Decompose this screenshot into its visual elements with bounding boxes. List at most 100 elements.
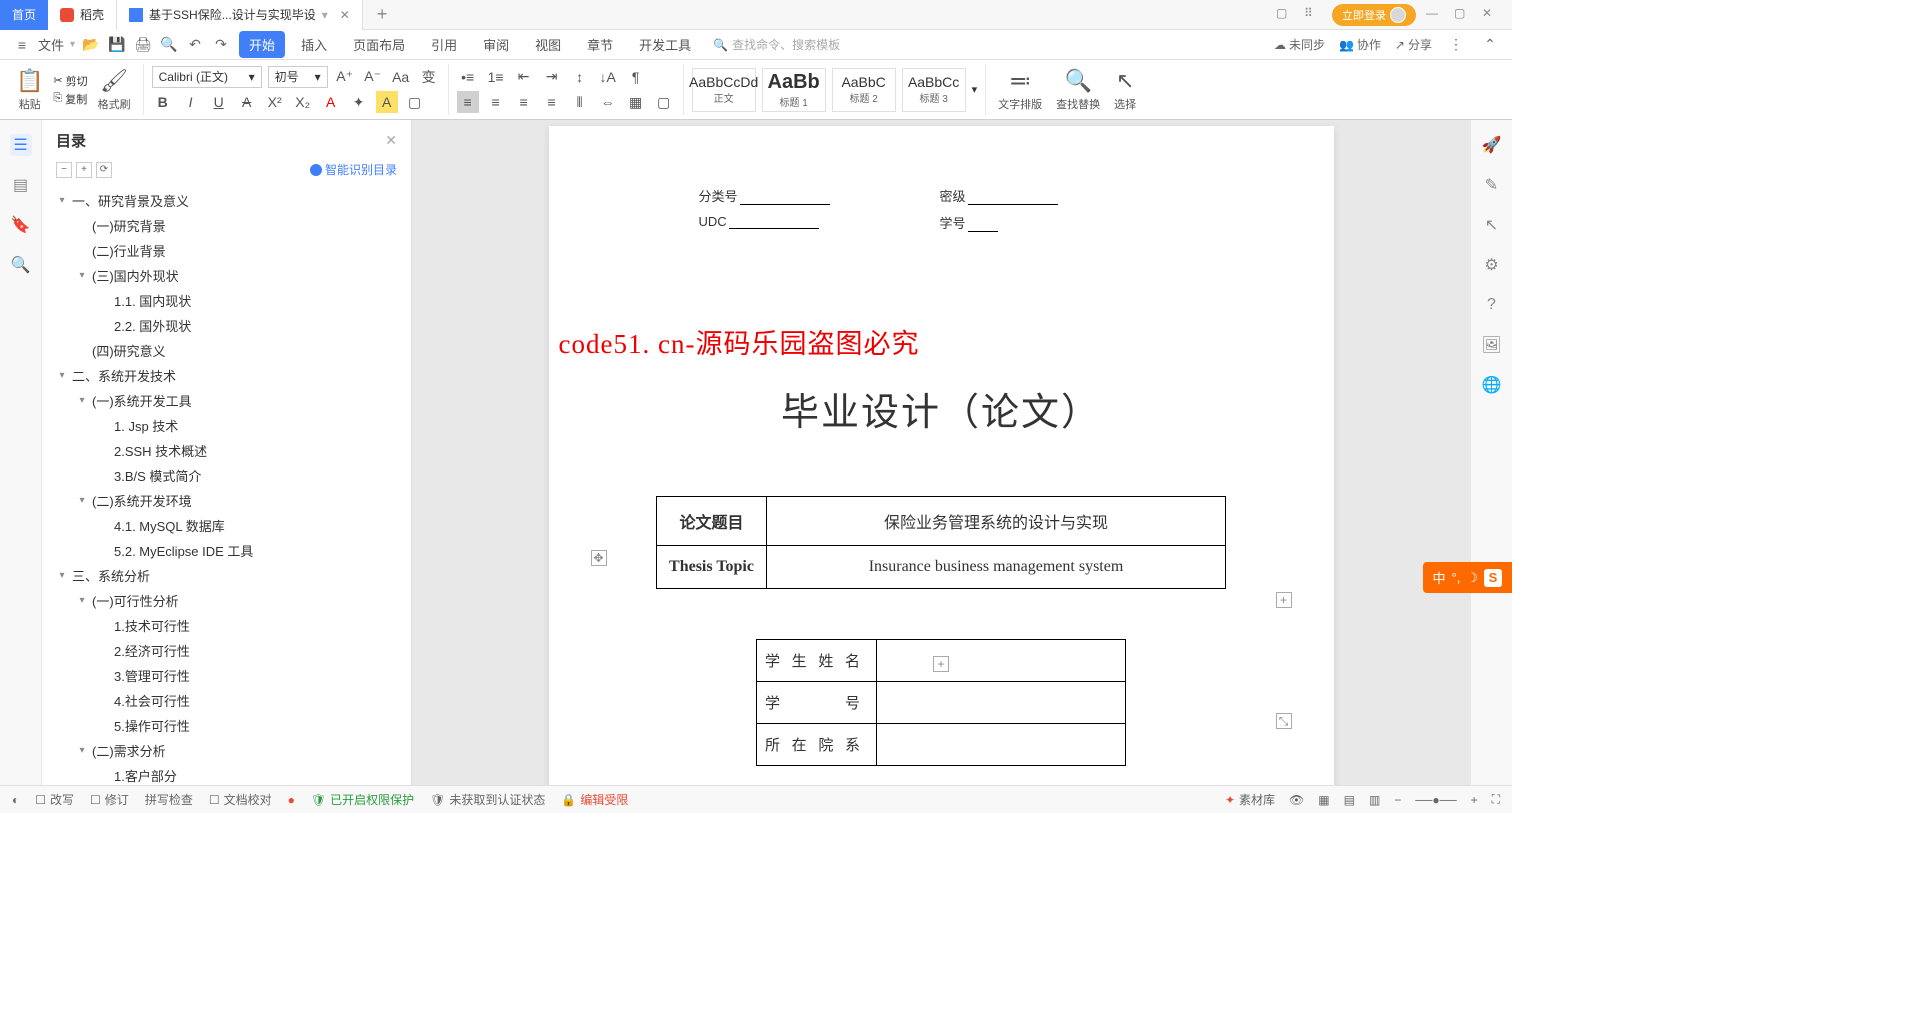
toc-item[interactable]: ▾(三)国内外现状 — [42, 263, 411, 288]
style-more[interactable]: ▾ — [972, 83, 978, 96]
copy-button[interactable]: ⎘复制 — [53, 91, 87, 107]
toc-item[interactable]: (一)研究背景 — [42, 213, 411, 238]
underline-button[interactable]: U — [208, 91, 230, 113]
style-标题 3[interactable]: AaBbCc标题 3 — [902, 68, 966, 112]
change-case[interactable]: Aa — [390, 66, 412, 88]
style-gallery[interactable]: AaBbCcDd正文AaBb标题 1AaBbC标题 2AaBbCc标题 3 ▾ — [692, 64, 978, 115]
chevron-down-icon[interactable]: ▾ — [56, 370, 68, 381]
command-search[interactable]: 🔍查找命令、搜索模板 — [713, 36, 840, 53]
toc-collapse[interactable]: − — [56, 162, 72, 178]
toc-item[interactable]: 4.1. MySQL 数据库 — [42, 513, 411, 538]
protect-status[interactable]: 🛡已开启权限保护 — [311, 791, 414, 808]
tab-home[interactable]: 首页 — [0, 0, 48, 30]
material-lib[interactable]: ✦素材库 — [1225, 791, 1275, 808]
minimize-icon[interactable]: — — [1426, 6, 1444, 24]
settings-icon[interactable]: ⚙ — [1481, 254, 1503, 276]
menu-插入[interactable]: 插入 — [291, 31, 337, 58]
expand-icon[interactable]: ⌃ — [1480, 35, 1500, 55]
share-button[interactable]: ↗分享 — [1395, 36, 1432, 53]
shading[interactable]: ▦ — [625, 91, 647, 113]
chevron-down-icon[interactable]: ▾ — [76, 395, 88, 406]
topic-value-cn[interactable]: 保险业务管理系统的设计与实现 — [767, 497, 1226, 546]
toc-item[interactable]: ▾二、系统开发技术 — [42, 363, 411, 388]
record-icon[interactable]: ● — [288, 793, 295, 807]
tab-document[interactable]: 基于SSH保险...设计与实现毕设▾✕ — [116, 0, 363, 30]
toc-refresh[interactable]: ⟳ — [96, 162, 112, 178]
revise-toggle[interactable]: ☐修订 — [90, 791, 129, 808]
zoom-slider[interactable]: ──●── — [1415, 793, 1456, 807]
tab-close-icon[interactable]: ✕ — [340, 8, 350, 22]
menu-页面布局[interactable]: 页面布局 — [343, 31, 415, 58]
zoom-in[interactable]: + — [1471, 793, 1478, 807]
spellcheck[interactable]: 拼写检查 — [145, 791, 193, 808]
menu-审阅[interactable]: 审阅 — [473, 31, 519, 58]
menu-视图[interactable]: 视图 — [525, 31, 571, 58]
toc-item[interactable]: ▾(二)需求分析 — [42, 738, 411, 763]
rewrite-toggle[interactable]: ☐改写 — [35, 791, 74, 808]
bold-button[interactable]: B — [152, 91, 174, 113]
table-resize-handle[interactable]: ⤡ — [1276, 713, 1292, 729]
toc-item[interactable]: 1.1. 国内现状 — [42, 288, 411, 313]
globe-icon[interactable]: 🌐 — [1481, 374, 1503, 396]
style-标题 1[interactable]: AaBb标题 1 — [762, 68, 826, 112]
chevron-down-icon[interactable]: ▾ — [70, 39, 75, 50]
font-size-select[interactable]: 初号▾ — [268, 66, 328, 88]
cut-button[interactable]: ✂剪切 — [53, 73, 87, 89]
chevron-down-icon[interactable]: ▾ — [56, 195, 68, 206]
page-layout-icon[interactable]: ▤ — [1344, 793, 1355, 807]
chevron-down-icon[interactable]: ▾ — [76, 495, 88, 506]
preview-icon[interactable]: 🔍 — [159, 35, 179, 55]
style-正文[interactable]: AaBbCcDd正文 — [692, 68, 756, 112]
indent-dec[interactable]: ⇤ — [513, 66, 535, 88]
toc-item[interactable]: 5.2. MyEclipse IDE 工具 — [42, 538, 411, 563]
add-col-handle[interactable]: + — [1276, 592, 1292, 608]
find-replace[interactable]: 🔍查找替换 — [1052, 68, 1104, 112]
toc-item[interactable]: 1.客户部分 — [42, 763, 411, 785]
toc-close-icon[interactable]: ✕ — [385, 132, 397, 149]
format-painter[interactable]: 🖌格式刷 — [94, 68, 135, 112]
close-icon[interactable]: ✕ — [1482, 6, 1500, 24]
chevron-down-icon[interactable]: ▾ — [76, 595, 88, 606]
topic-value-en[interactable]: Insurance business management system — [767, 546, 1226, 589]
toc-item[interactable]: ▾一、研究背景及意义 — [42, 188, 411, 213]
toc-item[interactable]: ▾(一)可行性分析 — [42, 588, 411, 613]
toc-item[interactable]: 5.操作可行性 — [42, 713, 411, 738]
indent-inc[interactable]: ⇥ — [541, 66, 563, 88]
ime-indicator[interactable]: 中 °, ☽ S — [1423, 562, 1512, 593]
document-viewport[interactable]: 分类号 UDC 密级 学号 code51. cn-源码乐园盗图必究 毕业设计（论… — [412, 120, 1470, 785]
auth-status[interactable]: 🛡未获取到认证状态 — [430, 791, 545, 808]
redo-icon[interactable]: ↷ — [211, 35, 231, 55]
maximize-icon[interactable]: ▢ — [1454, 6, 1472, 24]
toc-item[interactable]: ▾(一)系统开发工具 — [42, 388, 411, 413]
sync-status[interactable]: ☁未同步 — [1274, 36, 1325, 53]
add-row-handle[interactable]: + — [933, 656, 949, 672]
tab-daiko[interactable]: 稻壳 — [48, 0, 116, 30]
chevron-down-icon[interactable]: ▾ — [76, 745, 88, 756]
table-move-handle[interactable]: ✥ — [591, 550, 607, 566]
view-mode-icon[interactable]: ▦ — [1318, 793, 1329, 807]
numbering[interactable]: 1≡ — [485, 66, 507, 88]
print-icon[interactable]: 🖨 — [133, 35, 153, 55]
style-标题 2[interactable]: AaBbC标题 2 — [832, 68, 896, 112]
toc-item[interactable]: (四)研究意义 — [42, 338, 411, 363]
grow-font[interactable]: A⁺ — [334, 66, 356, 88]
toc-item[interactable]: ▾(二)系统开发环境 — [42, 488, 411, 513]
superscript[interactable]: X² — [264, 91, 286, 113]
pencil-icon[interactable]: ✎ — [1481, 174, 1503, 196]
help-icon[interactable]: ? — [1481, 294, 1503, 316]
borders[interactable]: ▢ — [653, 91, 675, 113]
shrink-font[interactable]: A⁻ — [362, 66, 384, 88]
align-left[interactable]: ≡ — [457, 91, 479, 113]
line-spacing[interactable]: ↕ — [569, 66, 591, 88]
font-family-select[interactable]: Calibri (正文)▾ — [152, 66, 262, 88]
undo-icon[interactable]: ↶ — [185, 35, 205, 55]
align-right[interactable]: ≡ — [513, 91, 535, 113]
toggle-icon[interactable]: ◐ — [12, 793, 19, 807]
char-border[interactable]: ▢ — [404, 91, 426, 113]
toc-item[interactable]: (二)行业背景 — [42, 238, 411, 263]
italic-button[interactable]: I — [180, 91, 202, 113]
chevron-down-icon[interactable]: ▾ — [56, 570, 68, 581]
align-justify[interactable]: ≡ — [541, 91, 563, 113]
menu-章节[interactable]: 章节 — [577, 31, 623, 58]
paste-button[interactable]: 📋粘贴 — [12, 68, 47, 112]
